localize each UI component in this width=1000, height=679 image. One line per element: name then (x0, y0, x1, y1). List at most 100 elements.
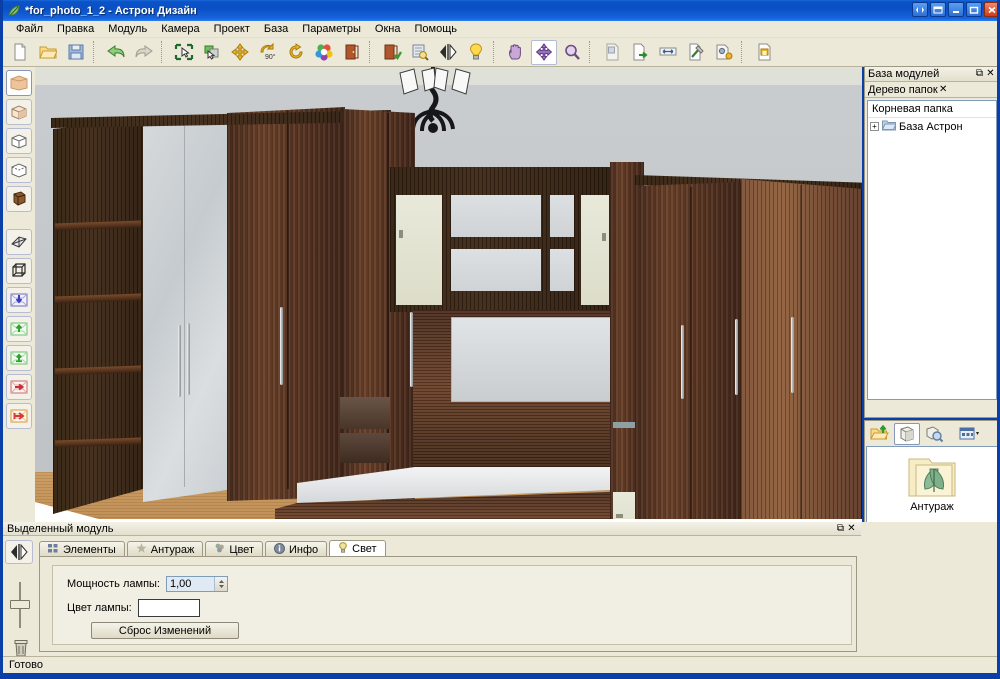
bulb-icon (338, 542, 348, 556)
wire-cube-icon[interactable] (6, 258, 32, 284)
browser-toolbar (865, 421, 999, 446)
move-arrows-icon[interactable] (227, 40, 253, 65)
shaded-box-icon[interactable] (6, 99, 32, 125)
scene-render (35, 67, 862, 522)
menu-item-module[interactable]: Модуль (101, 22, 154, 36)
pan-hand-icon[interactable] (503, 40, 529, 65)
export-icon[interactable] (627, 40, 653, 65)
menu-item-file[interactable]: Файл (9, 22, 50, 36)
new-document-icon[interactable] (7, 40, 33, 65)
search-module-icon[interactable] (921, 423, 947, 445)
menu-item-base[interactable]: База (257, 22, 295, 36)
door-seam (287, 111, 289, 489)
measure-icon[interactable] (655, 40, 681, 65)
close-panel-icon[interactable]: ✕ (985, 69, 996, 80)
module-base-title-bar: База модулей ⧉ ✕ (865, 67, 999, 82)
application-window: *for_photo_1_2 - Астрон Дизайн Файл Прав… (0, 0, 1000, 679)
star-icon (136, 543, 147, 556)
folder-tree[interactable]: Корневая папка + База Астрон (867, 100, 997, 400)
zoom-magnifier-icon[interactable] (559, 40, 585, 65)
module-view-icon[interactable] (894, 423, 920, 445)
save-disk-icon[interactable] (63, 40, 89, 65)
lamp-power-label: Мощность лампы: (67, 578, 160, 590)
opacity-slider[interactable] (19, 582, 21, 628)
cabinet-handle (399, 230, 403, 238)
expander-icon[interactable]: + (870, 122, 879, 131)
shade-button[interactable] (930, 2, 946, 17)
undo-arrow-icon[interactable] (103, 40, 129, 65)
menu-item-camera[interactable]: Камера (154, 22, 206, 36)
status-text: Готово (9, 659, 43, 671)
menu-item-help[interactable]: Помощь (407, 22, 464, 36)
view-mode-icon[interactable] (956, 423, 982, 445)
float-dock-icon[interactable]: ⧉ (835, 523, 846, 534)
door-check-icon[interactable] (379, 40, 405, 65)
fill-mode-icon[interactable] (6, 70, 32, 96)
grid-icon (48, 544, 59, 556)
tab-label: Элементы (63, 544, 116, 556)
door-icon[interactable] (339, 40, 365, 65)
camera-settings-icon[interactable] (711, 40, 737, 65)
toolbar-separator (589, 41, 595, 63)
view-front-icon[interactable] (6, 345, 32, 371)
view-down-icon[interactable] (6, 287, 32, 313)
up-folder-icon[interactable] (867, 423, 893, 445)
3d-viewport[interactable] (35, 67, 862, 522)
window-title: *for_photo_1_2 - Астрон Дизайн (25, 5, 197, 17)
view-iso-icon[interactable] (6, 403, 32, 429)
orbit-icon[interactable] (531, 40, 557, 65)
slider-thumb[interactable] (10, 600, 30, 609)
menu-item-parameters[interactable]: Параметры (295, 22, 368, 36)
view-right-icon[interactable] (6, 374, 32, 400)
menu-item-windows[interactable]: Окна (368, 22, 408, 36)
view-up-icon[interactable] (6, 316, 32, 342)
palette-icon[interactable] (311, 40, 337, 65)
print-preview-icon[interactable] (751, 40, 777, 65)
close-button[interactable] (984, 2, 1000, 17)
lamp-power-value: 1,00 (170, 578, 191, 590)
open-folder-icon[interactable] (35, 40, 61, 65)
lamp-power-stepper[interactable] (214, 577, 227, 591)
light-bulb-icon[interactable] (463, 40, 489, 65)
wire-box-icon[interactable] (6, 128, 32, 154)
maximize-button[interactable] (966, 2, 982, 17)
texture-box-icon[interactable] (6, 186, 32, 212)
rotate-90-icon[interactable]: 90° (255, 40, 281, 65)
headboard-mirror (451, 317, 629, 402)
hidden-box-icon[interactable] (6, 157, 32, 183)
tools-icon[interactable] (683, 40, 709, 65)
redo-arrow-icon[interactable] (131, 40, 157, 65)
door-seam (690, 187, 692, 522)
minimize-button[interactable] (948, 2, 964, 17)
reset-changes-button[interactable]: Сброс Изменений (91, 622, 239, 639)
module-search-icon[interactable] (407, 40, 433, 65)
tab-anturazh[interactable]: Антураж (127, 541, 204, 557)
report-icon[interactable] (599, 40, 625, 65)
rotate-icon[interactable] (283, 40, 309, 65)
select-frame-icon[interactable] (171, 40, 197, 65)
tab-label: Инфо (289, 544, 318, 556)
mirror-module-button[interactable] (5, 540, 33, 564)
door-seam (387, 113, 389, 485)
tree-root-label: Корневая папка (868, 101, 996, 118)
close-tree-icon[interactable]: ✕ (938, 85, 949, 96)
tab-info[interactable]: Инфо (265, 541, 327, 557)
tree-node-baza-astron[interactable]: + База Астрон (868, 118, 996, 135)
tab-light[interactable]: Свет (329, 540, 385, 557)
float-panel-icon[interactable]: ⧉ (974, 69, 985, 80)
folder-leaf-icon (905, 455, 959, 499)
tab-elements[interactable]: Элементы (39, 541, 125, 557)
tab-color[interactable]: Цвет (205, 541, 263, 557)
restore-split-button[interactable] (912, 2, 928, 17)
lamp-power-input[interactable]: 1,00 (166, 576, 228, 592)
open-shelf-right-2 (550, 249, 574, 291)
mirror-icon[interactable] (435, 40, 461, 65)
menu-item-project[interactable]: Проект (207, 22, 257, 36)
close-dock-icon[interactable]: ✕ (846, 523, 857, 534)
info-icon (274, 543, 285, 557)
move-object-icon[interactable] (199, 40, 225, 65)
list-item[interactable]: Антураж (867, 447, 997, 513)
slice-icon[interactable] (6, 229, 32, 255)
lamp-color-swatch[interactable] (138, 599, 200, 617)
menu-item-edit[interactable]: Правка (50, 22, 101, 36)
